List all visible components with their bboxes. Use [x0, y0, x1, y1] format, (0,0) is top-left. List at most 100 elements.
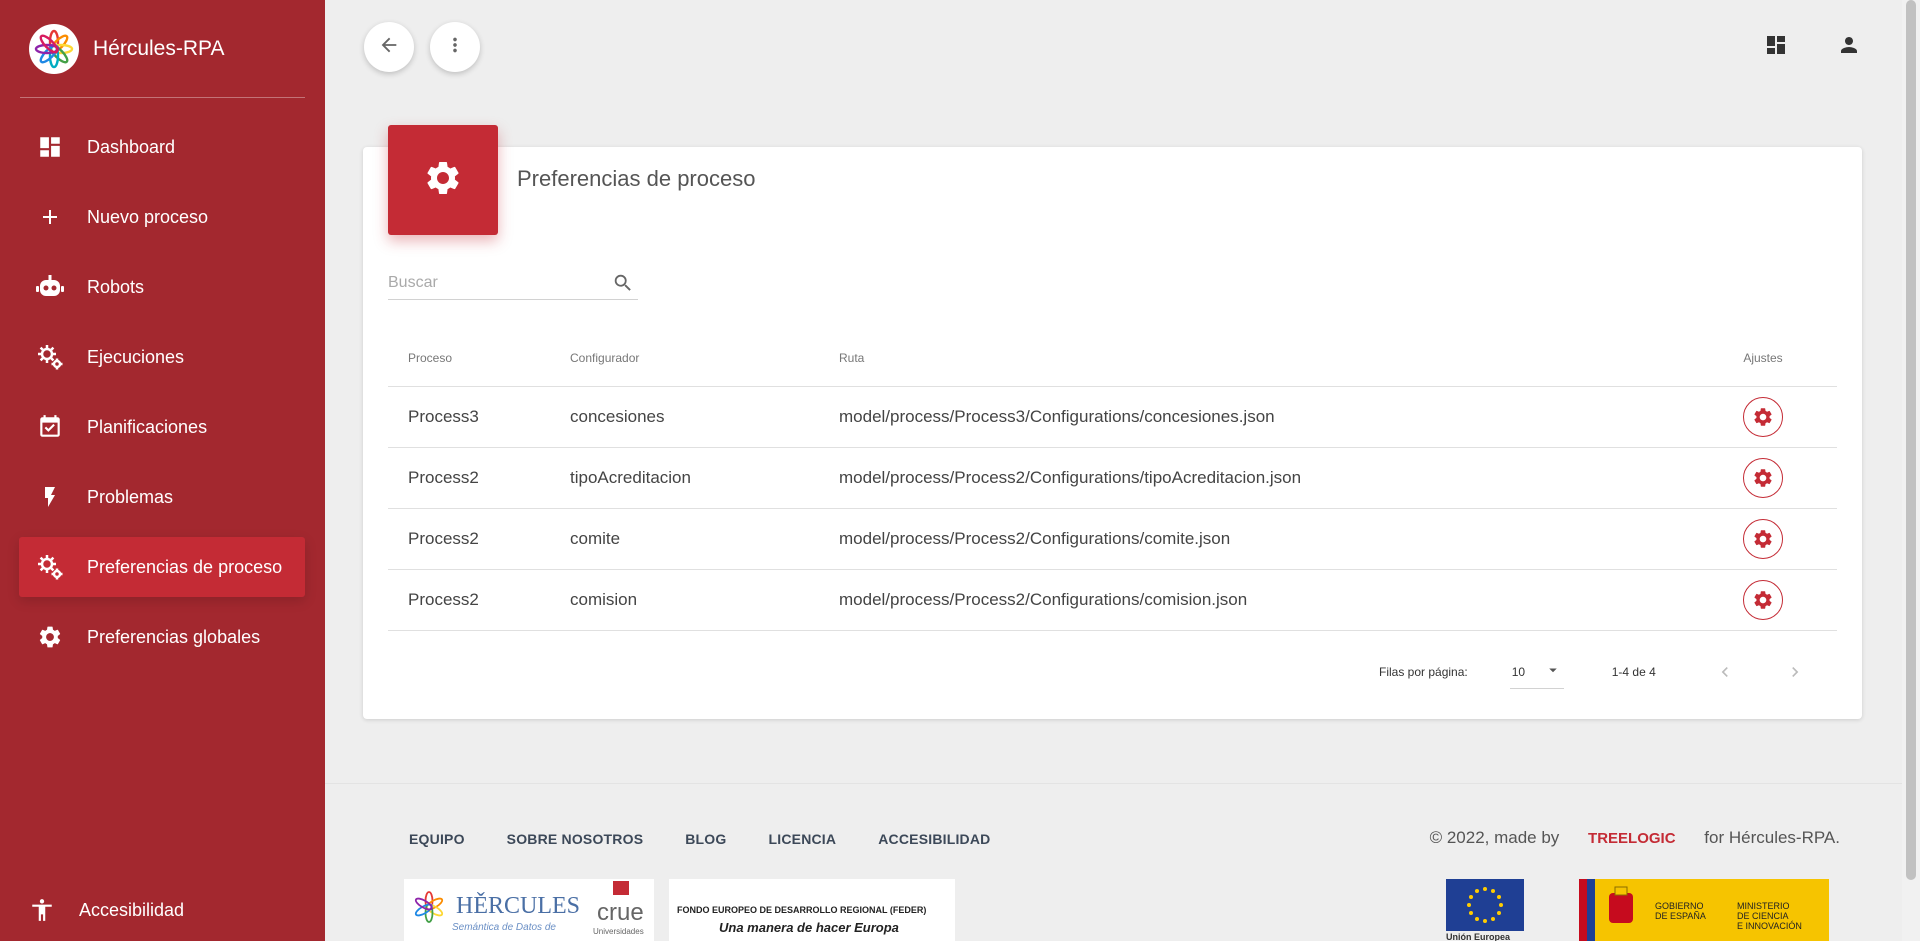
table-header-row: Proceso Configurador Ruta Ajustes	[388, 330, 1837, 387]
app-logo-icon	[29, 24, 79, 74]
settings-button[interactable]	[1743, 579, 1783, 620]
card-header-badge	[388, 125, 498, 235]
table-row: Process2 comite model/process/Process2/C…	[388, 508, 1837, 570]
sidebar-item-label: Nuevo proceso	[87, 206, 209, 227]
hercules-crue-logo: HĚRCULES Semántica de Datos de crue Univ…	[404, 879, 654, 941]
table-row: Process2 tipoAcreditacion model/process/…	[388, 447, 1837, 509]
gear-icon	[1754, 529, 1772, 548]
cell-ruta: model/process/Process3/Configurations/co…	[839, 386, 1689, 448]
hercules-logo-subtitle: Semántica de Datos de	[452, 922, 556, 933]
cell-ruta: model/process/Process2/Configurations/ti…	[839, 447, 1689, 509]
table-row: Process2 comision model/process/Process2…	[388, 569, 1837, 631]
sidebar-item-label: Accesibilidad	[79, 899, 185, 920]
gobierno-label: GOBIERNO DE ESPAÑA	[1655, 901, 1706, 921]
sidebar-item-label: Problemas	[87, 486, 174, 507]
sidebar-nav: Dashboard Nuevo proceso Robots Ejecucion…	[19, 117, 305, 677]
cell-configurador: tipoAcreditacion	[570, 447, 839, 509]
cell-proceso: Process2	[388, 447, 570, 509]
column-header-ruta[interactable]: Ruta	[839, 330, 1689, 387]
plus-icon	[35, 202, 65, 232]
sidebar-item-label: Robots	[87, 276, 145, 297]
previous-page-button[interactable]	[1710, 657, 1740, 687]
cell-ruta: model/process/Process2/Configurations/co…	[839, 508, 1689, 570]
page-title: Preferencias de proceso	[517, 166, 756, 191]
feder-logo: FONDO EUROPEO DE DESARROLLO REGIONAL (FE…	[669, 879, 955, 941]
calendar-icon	[35, 412, 65, 442]
sidebar-item-accesibilidad[interactable]: Accesibilidad	[27, 895, 184, 925]
person-icon	[1837, 33, 1861, 62]
cell-configurador: comision	[570, 569, 839, 631]
cell-proceso: Process2	[388, 508, 570, 570]
footer-link-sobre-nosotros[interactable]: SOBRE NOSOTROS	[507, 831, 644, 847]
more-vert-icon	[444, 34, 466, 61]
feder-motto: Una manera de hacer Europa	[719, 920, 899, 935]
column-header-ajustes: Ajustes	[1689, 330, 1837, 387]
next-page-button[interactable]	[1780, 657, 1810, 687]
settings-button[interactable]	[1743, 518, 1783, 559]
accessibility-icon	[27, 895, 57, 925]
treelogic-link[interactable]: TREELOGIC	[1588, 830, 1676, 847]
rows-per-page-select[interactable]: 10	[1509, 655, 1564, 689]
chevron-right-icon	[1791, 667, 1799, 677]
table-row: Process3 concesiones model/process/Proce…	[388, 386, 1837, 448]
sidebar-item-dashboard[interactable]: Dashboard	[19, 117, 305, 177]
feder-title: FONDO EUROPEO DE DESARROLLO REGIONAL (FE…	[677, 905, 927, 915]
back-button[interactable]	[364, 22, 414, 72]
scrollbar-thumb[interactable]	[1906, 0, 1916, 880]
more-options-button[interactable]	[430, 22, 480, 72]
cell-configurador: concesiones	[570, 386, 839, 448]
footer-link-equipo[interactable]: EQUIPO	[409, 831, 465, 847]
settings-button[interactable]	[1743, 396, 1783, 437]
sidebar-item-label: Dashboard	[87, 136, 176, 157]
gear-icon	[35, 622, 65, 652]
brand[interactable]: Hércules-RPA	[0, 0, 325, 98]
ministerio-label: MINISTERIO DE CIENCIA E INNOVACIÓN	[1737, 901, 1802, 931]
cell-ajustes	[1689, 569, 1837, 631]
copyright-suffix: for Hércules-RPA.	[1704, 828, 1840, 847]
footer-link-blog[interactable]: BLOG	[685, 831, 726, 847]
search-box	[388, 270, 638, 300]
caret-down-icon	[1544, 661, 1562, 682]
sidebar-item-planificaciones[interactable]: Planificaciones	[19, 397, 305, 457]
sidebar-item-label: Preferencias globales	[87, 626, 261, 647]
footer-link-accesibilidad[interactable]: ACCESIBILIDAD	[878, 831, 990, 847]
settings-button[interactable]	[1743, 457, 1783, 498]
sidebar-item-preferencias-globales[interactable]: Preferencias globales	[19, 607, 305, 667]
sidebar-item-robots[interactable]: Robots	[19, 257, 305, 317]
sidebar-item-ejecuciones[interactable]: Ejecuciones	[19, 327, 305, 387]
robot-icon	[35, 272, 65, 302]
crue-logo-subtitle: Universidades	[593, 927, 644, 936]
sidebar-item-nuevo-proceso[interactable]: Nuevo proceso	[19, 187, 305, 247]
pagination: Filas por página: 10 1-4 de 4	[1379, 655, 1810, 689]
sidebar: Hércules-RPA Dashboard Nuevo proceso Rob…	[0, 0, 325, 941]
footer-divider	[325, 783, 1902, 784]
gobierno-logo: GOBIERNO DE ESPAÑA MINISTERIO DE CIENCIA…	[1579, 879, 1829, 941]
app-name: Hércules-RPA	[93, 37, 225, 60]
column-header-proceso[interactable]: Proceso	[388, 330, 570, 387]
cell-proceso: Process2	[388, 569, 570, 631]
user-profile-button[interactable]	[1834, 32, 1864, 62]
cell-ruta: model/process/Process2/Configurations/co…	[839, 569, 1689, 631]
gear-icon	[1754, 468, 1772, 487]
sidebar-item-label: Planificaciones	[87, 416, 208, 437]
sidebar-item-label: Ejecuciones	[87, 346, 185, 367]
sidebar-item-problemas[interactable]: Problemas	[19, 467, 305, 527]
process-table: Proceso Configurador Ruta Ajustes Proces…	[388, 330, 1837, 631]
cell-ajustes	[1689, 447, 1837, 509]
arrow-left-icon	[378, 34, 400, 61]
footer-link-licencia[interactable]: LICENCIA	[769, 831, 837, 847]
sidebar-item-preferencias-de-proceso[interactable]: Preferencias de proceso	[19, 537, 305, 597]
eu-label: Unión Europea	[1446, 932, 1511, 941]
search-icon[interactable]	[612, 272, 634, 299]
gear-icon	[1754, 590, 1772, 609]
scrollbar[interactable]	[1902, 0, 1920, 941]
column-header-configurador[interactable]: Configurador	[570, 330, 839, 387]
gears-icon	[35, 342, 65, 372]
search-input[interactable]	[388, 270, 603, 296]
gear-icon	[423, 158, 463, 203]
cell-ajustes	[1689, 508, 1837, 570]
copyright: © 2022, made by TREELOGIC for Hércules-R…	[1430, 828, 1840, 848]
sidebar-item-label: Preferencias de proceso	[87, 556, 283, 577]
hercules-logo-text: HĚRCULES	[456, 893, 581, 919]
dashboard-shortcut-button[interactable]	[1761, 32, 1791, 62]
